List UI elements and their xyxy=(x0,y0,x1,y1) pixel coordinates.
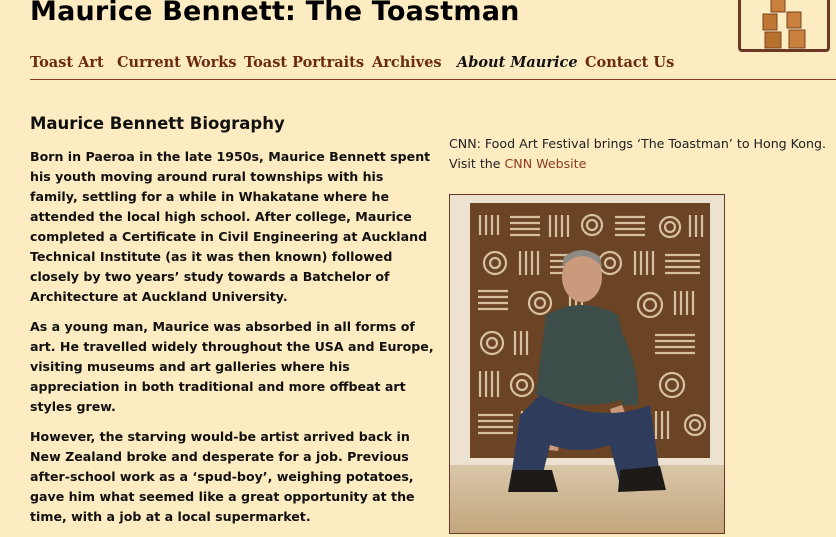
news-text: CNN: Food Art Festival brings ‘The Toast… xyxy=(449,136,826,151)
bio-paragraph: However, the starving would-be artist ar… xyxy=(30,429,415,524)
nav-current-works[interactable]: Current Works xyxy=(117,54,237,71)
maurice-photo xyxy=(449,194,725,534)
visit-prefix: Visit the xyxy=(449,156,505,171)
news-item: CNN: Food Art Festival brings ‘The Toast… xyxy=(449,134,836,174)
cnn-website-link[interactable]: CNN Website xyxy=(505,156,587,171)
nav-about-maurice[interactable]: About Maurice xyxy=(457,54,578,71)
toast-logo-icon xyxy=(762,0,806,49)
bio-paragraph: As a young man, Maurice was absorbed in … xyxy=(30,319,434,414)
nav-divider xyxy=(30,79,836,80)
nav-toast-portraits[interactable]: Toast Portraits xyxy=(244,54,364,71)
site-title: Maurice Bennett: The Toastman xyxy=(30,0,520,27)
news-visit-line: Visit the CNN Website xyxy=(449,154,836,174)
portrait-image xyxy=(450,195,724,533)
page-heading: Maurice Bennett Biography xyxy=(30,114,285,133)
nav-archives[interactable]: Archives xyxy=(372,54,442,71)
site-logo[interactable] xyxy=(738,0,830,52)
nav-contact-us[interactable]: Contact Us xyxy=(585,54,674,71)
bio-paragraph: Born in Paeroa in the late 1950s, Mauric… xyxy=(30,149,431,304)
nav-toast-art[interactable]: Toast Art xyxy=(30,54,104,71)
biography-text: Born in Paeroa in the late 1950s, Mauric… xyxy=(30,147,435,537)
